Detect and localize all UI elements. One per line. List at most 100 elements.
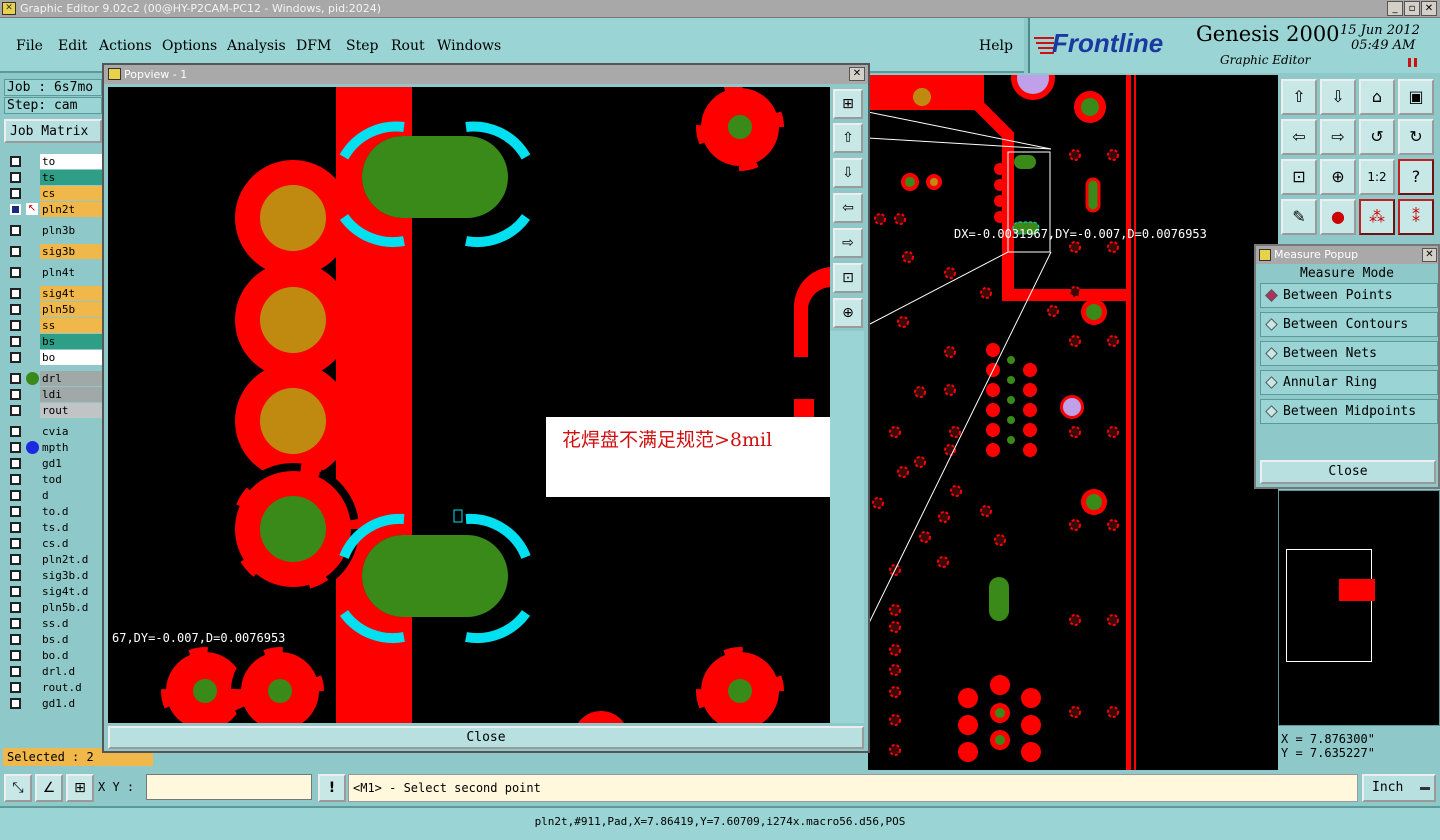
layer-checkbox[interactable] bbox=[10, 490, 21, 501]
close-window-button[interactable]: ✕ bbox=[1421, 1, 1437, 16]
layer-checkbox[interactable] bbox=[10, 634, 21, 645]
layer-checkbox[interactable] bbox=[10, 373, 21, 384]
layer-checkbox[interactable] bbox=[10, 618, 21, 629]
maximize-button[interactable]: ▫ bbox=[1404, 1, 1420, 16]
layer-name[interactable]: pln2t.d bbox=[40, 552, 102, 567]
layer-row[interactable]: bo bbox=[4, 350, 102, 365]
menu-help[interactable]: Help bbox=[979, 38, 1013, 54]
mode-annular-ring[interactable]: Annular Ring bbox=[1260, 370, 1438, 395]
menu-actions[interactable]: Actions bbox=[99, 38, 152, 54]
net-highlight-icon[interactable]: ⁂ bbox=[1359, 199, 1395, 235]
layer-row[interactable]: pln2t.d bbox=[4, 552, 102, 567]
layer-name[interactable]: sig3b.d bbox=[40, 568, 102, 583]
popview-zoom-icon[interactable]: ⊞ bbox=[833, 89, 863, 119]
layer-row[interactable]: d bbox=[4, 488, 102, 503]
mode-between-midpoints[interactable]: Between Midpoints bbox=[1260, 399, 1438, 424]
popview-canvas[interactable]: 花焊盘不满足规范>8mil 67,DY=-0.007,D=0.0076953 bbox=[108, 87, 830, 723]
layer-row[interactable]: ts.d bbox=[4, 520, 102, 535]
layer-row[interactable]: gd1 bbox=[4, 456, 102, 471]
layer-name[interactable]: cvia bbox=[40, 424, 102, 439]
job-matrix-button[interactable]: Job Matrix bbox=[4, 119, 102, 143]
layer-name[interactable]: ss bbox=[40, 318, 102, 333]
layer-name[interactable]: bo.d bbox=[40, 648, 102, 663]
layer-name[interactable]: cs.d bbox=[40, 536, 102, 551]
layer-checkbox[interactable] bbox=[10, 458, 21, 469]
layer-checkbox[interactable] bbox=[10, 320, 21, 331]
layer-checkbox[interactable] bbox=[10, 156, 21, 167]
zoom-down-icon[interactable]: ⇩ bbox=[1320, 79, 1356, 115]
layer-row[interactable]: bs.d bbox=[4, 632, 102, 647]
menu-windows[interactable]: Windows bbox=[437, 38, 501, 54]
snap-angle-icon[interactable]: ∠ bbox=[35, 774, 63, 802]
layer-name[interactable]: ts bbox=[40, 170, 102, 185]
popview-up-icon[interactable]: ⇧ bbox=[833, 123, 863, 153]
xy-input[interactable] bbox=[146, 774, 312, 800]
layer-checkbox[interactable] bbox=[10, 698, 21, 709]
layer-row[interactable]: ldi bbox=[4, 387, 102, 402]
layer-row[interactable]: drl.d bbox=[4, 664, 102, 679]
layer-name[interactable]: bo bbox=[40, 350, 102, 365]
layer-name[interactable]: ldi bbox=[40, 387, 102, 402]
layer-name[interactable]: mpth bbox=[40, 440, 102, 455]
layer-checkbox[interactable] bbox=[10, 602, 21, 613]
unit-select[interactable]: Inch bbox=[1362, 774, 1436, 802]
undo-view-icon[interactable]: ↺ bbox=[1359, 119, 1395, 155]
layer-row[interactable]: sig3b bbox=[4, 244, 102, 259]
layer-checkbox[interactable] bbox=[10, 188, 21, 199]
layer-name[interactable]: gd1.d bbox=[40, 696, 102, 711]
menu-analysis[interactable]: Analysis bbox=[227, 38, 286, 54]
layer-checkbox[interactable] bbox=[10, 405, 21, 416]
layer-checkbox[interactable] bbox=[10, 426, 21, 437]
menu-options[interactable]: Options bbox=[162, 38, 217, 54]
popview-close-x-button[interactable]: ✕ bbox=[849, 67, 865, 81]
layer-row[interactable]: ts bbox=[4, 170, 102, 185]
layer-name[interactable]: sig3b bbox=[40, 244, 102, 259]
minimize-button[interactable]: _ bbox=[1387, 1, 1403, 16]
layer-row[interactable]: cs bbox=[4, 186, 102, 201]
grid-icon[interactable]: ⊞ bbox=[66, 774, 94, 802]
layer-name[interactable]: tod bbox=[40, 472, 102, 487]
layer-checkbox[interactable] bbox=[10, 666, 21, 677]
net-select-icon[interactable]: ⁑ bbox=[1398, 199, 1434, 235]
layer-name[interactable]: rout bbox=[40, 403, 102, 418]
zoom-center-icon[interactable]: ⊕ bbox=[1320, 159, 1356, 195]
layer-row[interactable]: pln3b bbox=[4, 223, 102, 238]
board-canvas[interactable]: DX=-0.0031967,DY=-0.007,D=0.0076953 bbox=[868, 75, 1278, 770]
mode-between-points[interactable]: Between Points bbox=[1260, 283, 1438, 308]
layer-checkbox[interactable] bbox=[10, 474, 21, 485]
popview-fit-icon[interactable]: ⊡ bbox=[833, 263, 863, 293]
layer-row[interactable]: rout bbox=[4, 403, 102, 418]
layer-checkbox[interactable] bbox=[10, 246, 21, 257]
layer-name[interactable]: ts.d bbox=[40, 520, 102, 535]
layer-row[interactable]: rout.d bbox=[4, 680, 102, 695]
layer-row[interactable]: pln4t bbox=[4, 265, 102, 280]
menu-edit[interactable]: Edit bbox=[58, 38, 87, 54]
layer-name[interactable]: pln3b bbox=[40, 223, 102, 238]
popview-left-icon[interactable]: ⇦ bbox=[833, 193, 863, 223]
popview-center-icon[interactable]: ⊕ bbox=[833, 298, 863, 328]
layer-name[interactable]: drl.d bbox=[40, 664, 102, 679]
layer-name[interactable]: bs bbox=[40, 334, 102, 349]
layer-checkbox[interactable] bbox=[10, 225, 21, 236]
layer-checkbox[interactable] bbox=[10, 650, 21, 661]
mode-between-contours[interactable]: Between Contours bbox=[1260, 312, 1438, 337]
layer-row[interactable]: cs.d bbox=[4, 536, 102, 551]
help-query-icon[interactable]: ? bbox=[1398, 159, 1434, 195]
layer-name[interactable]: pln2t bbox=[40, 202, 102, 217]
scale-icon[interactable]: 1:2 bbox=[1359, 159, 1395, 195]
layer-row[interactable]: sig4t.d bbox=[4, 584, 102, 599]
layer-checkbox[interactable] bbox=[10, 570, 21, 581]
layer-checkbox[interactable] bbox=[10, 336, 21, 347]
layer-checkbox[interactable] bbox=[10, 586, 21, 597]
layer-row[interactable]: ss bbox=[4, 318, 102, 333]
window-fit-icon[interactable]: ▣ bbox=[1398, 79, 1434, 115]
layer-name[interactable]: sig4t bbox=[40, 286, 102, 301]
menu-file[interactable]: File bbox=[16, 38, 43, 54]
layer-row[interactable]: cvia bbox=[4, 424, 102, 439]
layer-row[interactable]: drl bbox=[4, 371, 102, 386]
menu-dfm[interactable]: DFM bbox=[296, 38, 331, 54]
layer-row[interactable]: tod bbox=[4, 472, 102, 487]
measure-close-x-button[interactable]: ✕ bbox=[1422, 248, 1437, 262]
redraw-icon[interactable]: ↻ bbox=[1398, 119, 1434, 155]
layer-row[interactable]: pln5b.d bbox=[4, 600, 102, 615]
